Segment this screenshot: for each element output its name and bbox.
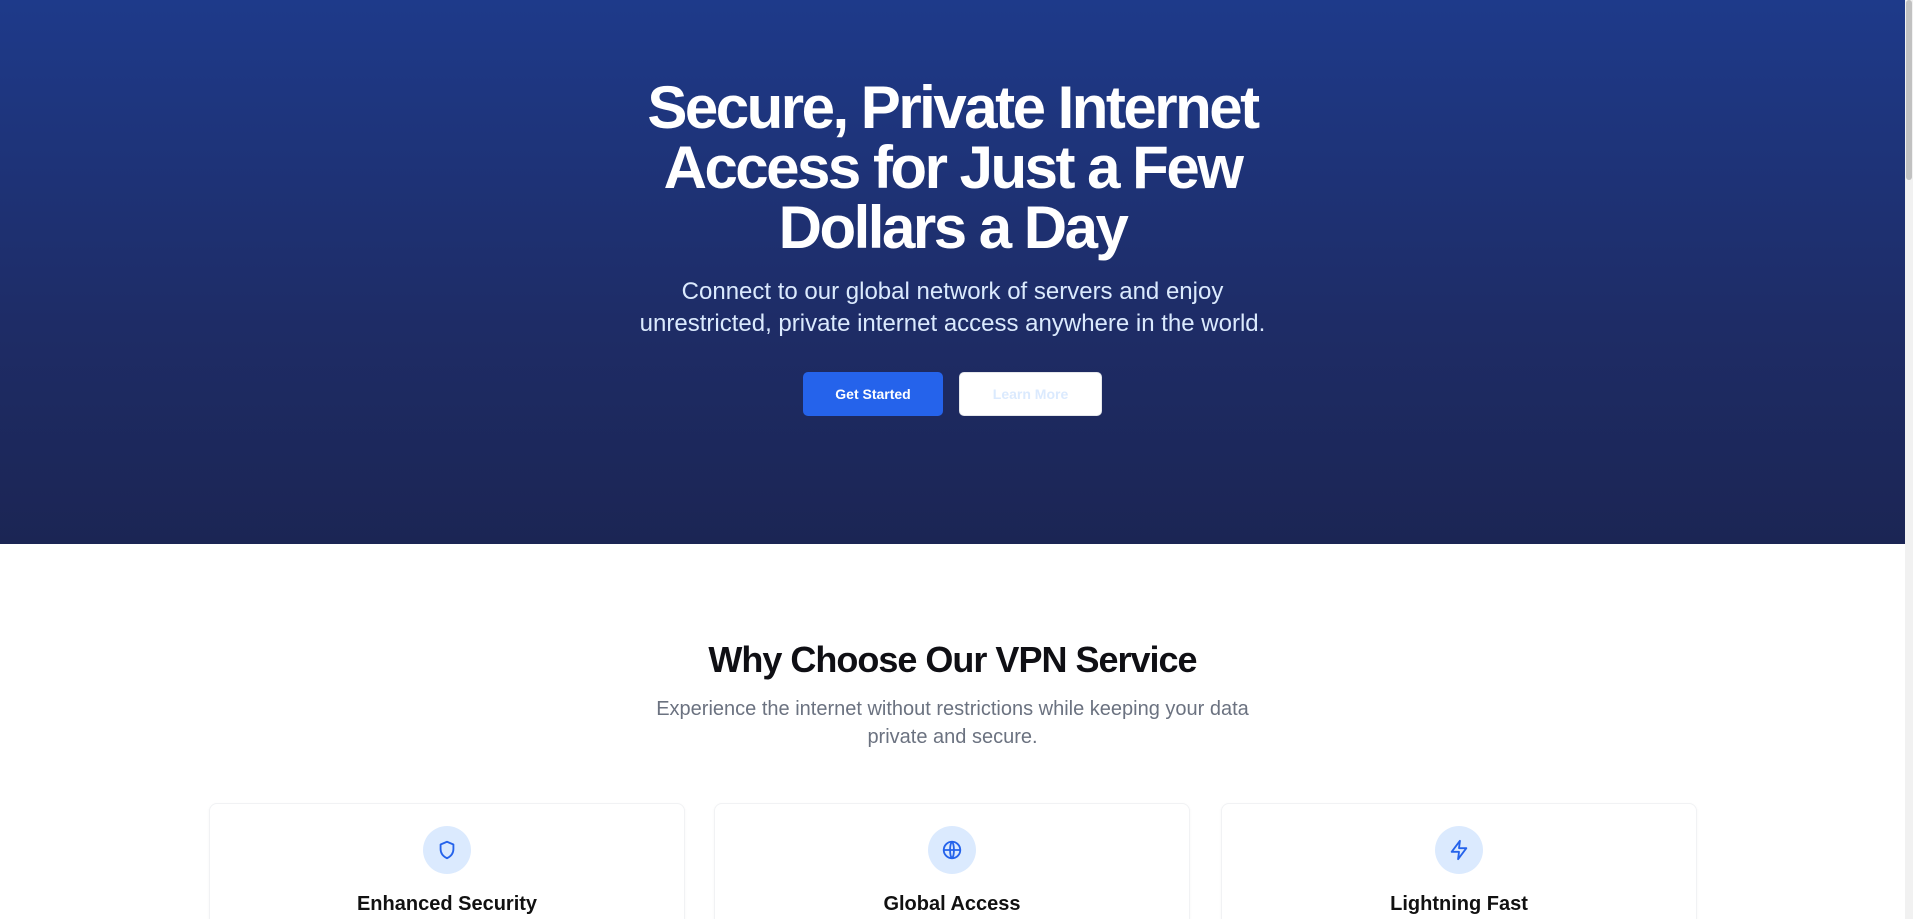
feature-card-global-access: Global Access [714,803,1190,919]
hero-title-line: Secure, Private Internet [647,74,1260,141]
page: Secure, Private Internet Access for Just… [0,0,1905,919]
learn-more-button[interactable]: Learn More [959,372,1102,416]
shield-icon [423,826,471,874]
hero-title-line: Access for Just a Few [663,134,1244,201]
features-title: Why Choose Our VPN Service [708,639,1197,680]
feature-card-speed: Lightning Fast [1221,803,1697,919]
hero-subtitle: Connect to our global network of servers… [0,276,1905,340]
page-scrollbar[interactable] [1905,0,1913,919]
get-started-button[interactable]: Get Started [803,372,943,416]
hero-subtitle-line: unrestricted, private internet access an… [639,310,1266,337]
feature-card-title: Global Access [883,893,1021,915]
feature-card-title: Enhanced Security [356,893,538,915]
features-subtitle-line: Experience the internet without restrict… [656,698,1249,720]
hero-title-line: Dollars a Day [778,194,1129,261]
hero-title: Secure, Private Internet Access for Just… [0,78,1905,258]
scrollbar-thumb[interactable] [1906,0,1912,180]
features-subtitle: Experience the internet without restrict… [0,695,1905,751]
hero-section: Secure, Private Internet Access for Just… [0,0,1905,544]
hero-subtitle-line: Connect to our global network of servers… [681,278,1224,305]
feature-card-security: Enhanced Security [209,803,685,919]
lightning-icon [1435,826,1483,874]
feature-card-title: Lightning Fast [1390,893,1528,915]
globe-icon [928,826,976,874]
features-subtitle-line: private and secure. [867,726,1038,748]
